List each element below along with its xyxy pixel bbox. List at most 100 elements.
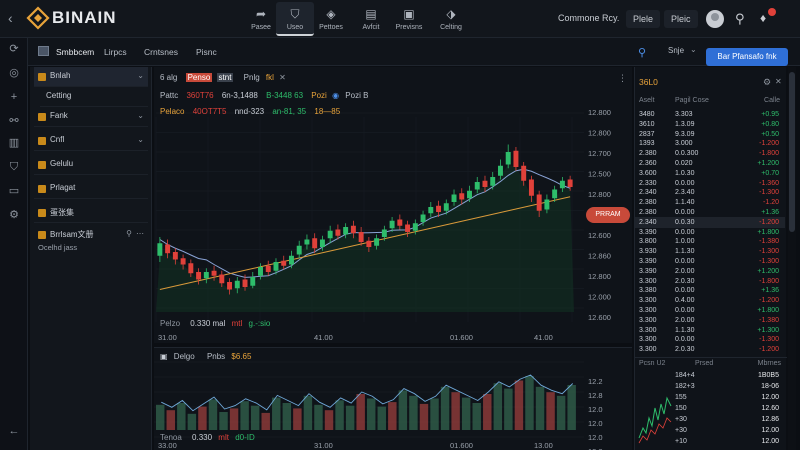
trade-price: 1B0B5	[757, 372, 779, 379]
candle-body	[428, 207, 434, 214]
y-tick-label: 12.8	[588, 391, 603, 400]
folder-icon	[38, 137, 46, 145]
gear-icon[interactable]: ⚙	[763, 77, 771, 88]
volume-bar	[546, 392, 555, 430]
legend-row-3: Pelaco 40OT7T5 nnd-323 an-81, 35 18—85	[160, 107, 340, 116]
legend-item: d0-ID	[235, 433, 255, 442]
globe-icon[interactable]: ◎	[7, 66, 21, 80]
legend-item: Pozi	[311, 91, 327, 100]
folder-icon	[38, 113, 46, 121]
snje-selector[interactable]: Snje	[668, 46, 684, 55]
legend-item: B-3448 63	[266, 91, 304, 100]
y-tick-label: 12.500	[588, 170, 611, 179]
volume-bar	[398, 390, 408, 430]
x-tick-label: 31.00	[314, 441, 333, 450]
candle-body	[405, 224, 411, 232]
folder-icon[interactable]: ▭	[7, 184, 21, 198]
volume-bar	[282, 403, 292, 430]
candle-body	[304, 239, 310, 245]
sidebar-item-fank[interactable]: Fank ⌄	[34, 107, 148, 127]
legend-item: mlt	[218, 433, 229, 442]
sidebar-item-cetting[interactable]: Cetting	[40, 87, 148, 107]
trade-row[interactable]: +30 12.86	[635, 414, 785, 425]
nav-item-pasee[interactable]: ➦ Pasee	[242, 2, 280, 36]
scrollbar[interactable]	[788, 67, 796, 450]
tab-pisnc[interactable]: Pisnc	[190, 44, 223, 60]
volume-bar	[419, 403, 429, 430]
tab-smbbcem[interactable]: Smbbcem	[50, 44, 100, 60]
watchlist-header[interactable]: Brrlsam文册 ⚲ ⋯	[34, 225, 148, 245]
sidebar-item-cnfl[interactable]: Cnfl ⌄	[34, 131, 148, 151]
y-tick-label: 12.0	[588, 433, 603, 442]
x-tick-label: 31.00	[158, 333, 177, 342]
folder-icon	[38, 185, 46, 193]
volume-bar	[177, 403, 186, 430]
nav-item-celting[interactable]: ⬗ Celting	[432, 2, 470, 36]
action-button[interactable]: Bar Pfansafo fnk	[706, 48, 788, 66]
candle-body	[219, 274, 225, 284]
folder-icon	[38, 73, 46, 81]
gear-icon[interactable]: ⚙	[7, 208, 21, 222]
eye-icon[interactable]: ◉	[332, 91, 339, 100]
nav-item-previsns[interactable]: ▣ Previsns	[390, 2, 428, 36]
refresh-icon[interactable]: ⟳	[7, 42, 21, 56]
arrow-left-icon[interactable]: ←	[7, 424, 21, 438]
network-icon[interactable]: ⚯	[7, 114, 21, 128]
tag-icon: ⬗	[446, 7, 456, 21]
folder-icon	[38, 161, 46, 169]
watchlist-subtitle: Ocelhd jass	[38, 243, 78, 252]
sidebar: Bnlah ⌄ Cetting Fank ⌄ Cnfl ⌄ Gelulu Prlaga…	[30, 67, 152, 450]
more-icon[interactable]: ⋮	[618, 73, 627, 84]
legend-item: 6n-3,1488	[221, 91, 258, 100]
close-icon[interactable]: ✕	[279, 73, 286, 82]
shield-icon[interactable]: ⛉	[7, 160, 21, 174]
avatar[interactable]	[706, 10, 724, 28]
sidebar-item-bnlah[interactable]: Bnlah ⌄	[34, 67, 148, 87]
scrollbar-thumb[interactable]	[789, 72, 795, 232]
x-tick-label: 01.600	[450, 333, 473, 342]
commone-link[interactable]: Commone Rcy.	[558, 13, 619, 23]
nav-item-pettoes[interactable]: ◈ Pettoes	[312, 2, 350, 36]
chevron-down-icon: ⌄	[137, 71, 144, 80]
legend-row-2: Pattc 360T76 6n-3,1488 B-3448 63 Pozi ◉ …	[160, 91, 368, 100]
trade-row[interactable]: 182+3 18-06	[635, 381, 785, 392]
search-icon[interactable]: ⚲	[638, 46, 650, 59]
pleic-button[interactable]: Pleic	[664, 10, 698, 28]
trade-row[interactable]: +10 12.00	[635, 436, 785, 447]
order-book-row[interactable]: 3.300 2.0.30 -1.200	[635, 344, 785, 355]
trade-row[interactable]: 184+4 1B0B5	[635, 370, 785, 381]
candle-body	[180, 258, 186, 265]
nav-item-avfcit[interactable]: ▤ Avfcit	[352, 2, 390, 36]
chevron-down-icon[interactable]: ⌄	[690, 45, 697, 54]
last-price-tag: PRRAM	[586, 207, 630, 223]
close-icon[interactable]: ✕	[775, 77, 782, 86]
trade-row[interactable]: 155 12.00	[635, 392, 785, 403]
plele-button[interactable]: Plele	[626, 10, 661, 28]
trade-size: 155	[675, 394, 687, 401]
candle-body	[536, 194, 542, 211]
legend-item: 0.330 mal	[190, 319, 226, 328]
search-icon[interactable]: ⚲	[126, 229, 132, 238]
sidebar-item-gelulu[interactable]: Gelulu	[34, 155, 148, 175]
nav-label: Useo	[286, 24, 304, 31]
more-icon[interactable]: ⋯	[136, 229, 144, 238]
chevron-left-icon[interactable]: ‹	[8, 10, 22, 28]
volume-bar	[356, 394, 365, 430]
plus-icon[interactable]: +	[7, 90, 21, 104]
volume-bar	[219, 412, 228, 430]
trade-row[interactable]: +30 12.00	[635, 425, 785, 436]
layout-icon[interactable]: ▥	[7, 136, 21, 150]
tab-crntsnes[interactable]: Crntsnes	[138, 44, 184, 60]
volume-bar	[483, 394, 492, 430]
legend-item: g.-:sio	[248, 319, 271, 328]
search-icon[interactable]: ⚲	[735, 11, 749, 26]
candle-body	[242, 279, 248, 287]
nav-label: Avfcit	[362, 24, 380, 31]
tab-lirpcs[interactable]: Lirpcs	[98, 44, 133, 60]
sidebar-item-extra[interactable]: 蛋张集	[34, 203, 148, 223]
legend-item: 0.330	[192, 433, 213, 442]
legend-item: an-81, 35	[272, 107, 307, 116]
sidebar-item-prlagat[interactable]: Prlagat	[34, 179, 148, 199]
trade-row[interactable]: 150 12.60	[635, 403, 785, 414]
nav-item-useo[interactable]: ⛉ Useo	[276, 2, 314, 36]
